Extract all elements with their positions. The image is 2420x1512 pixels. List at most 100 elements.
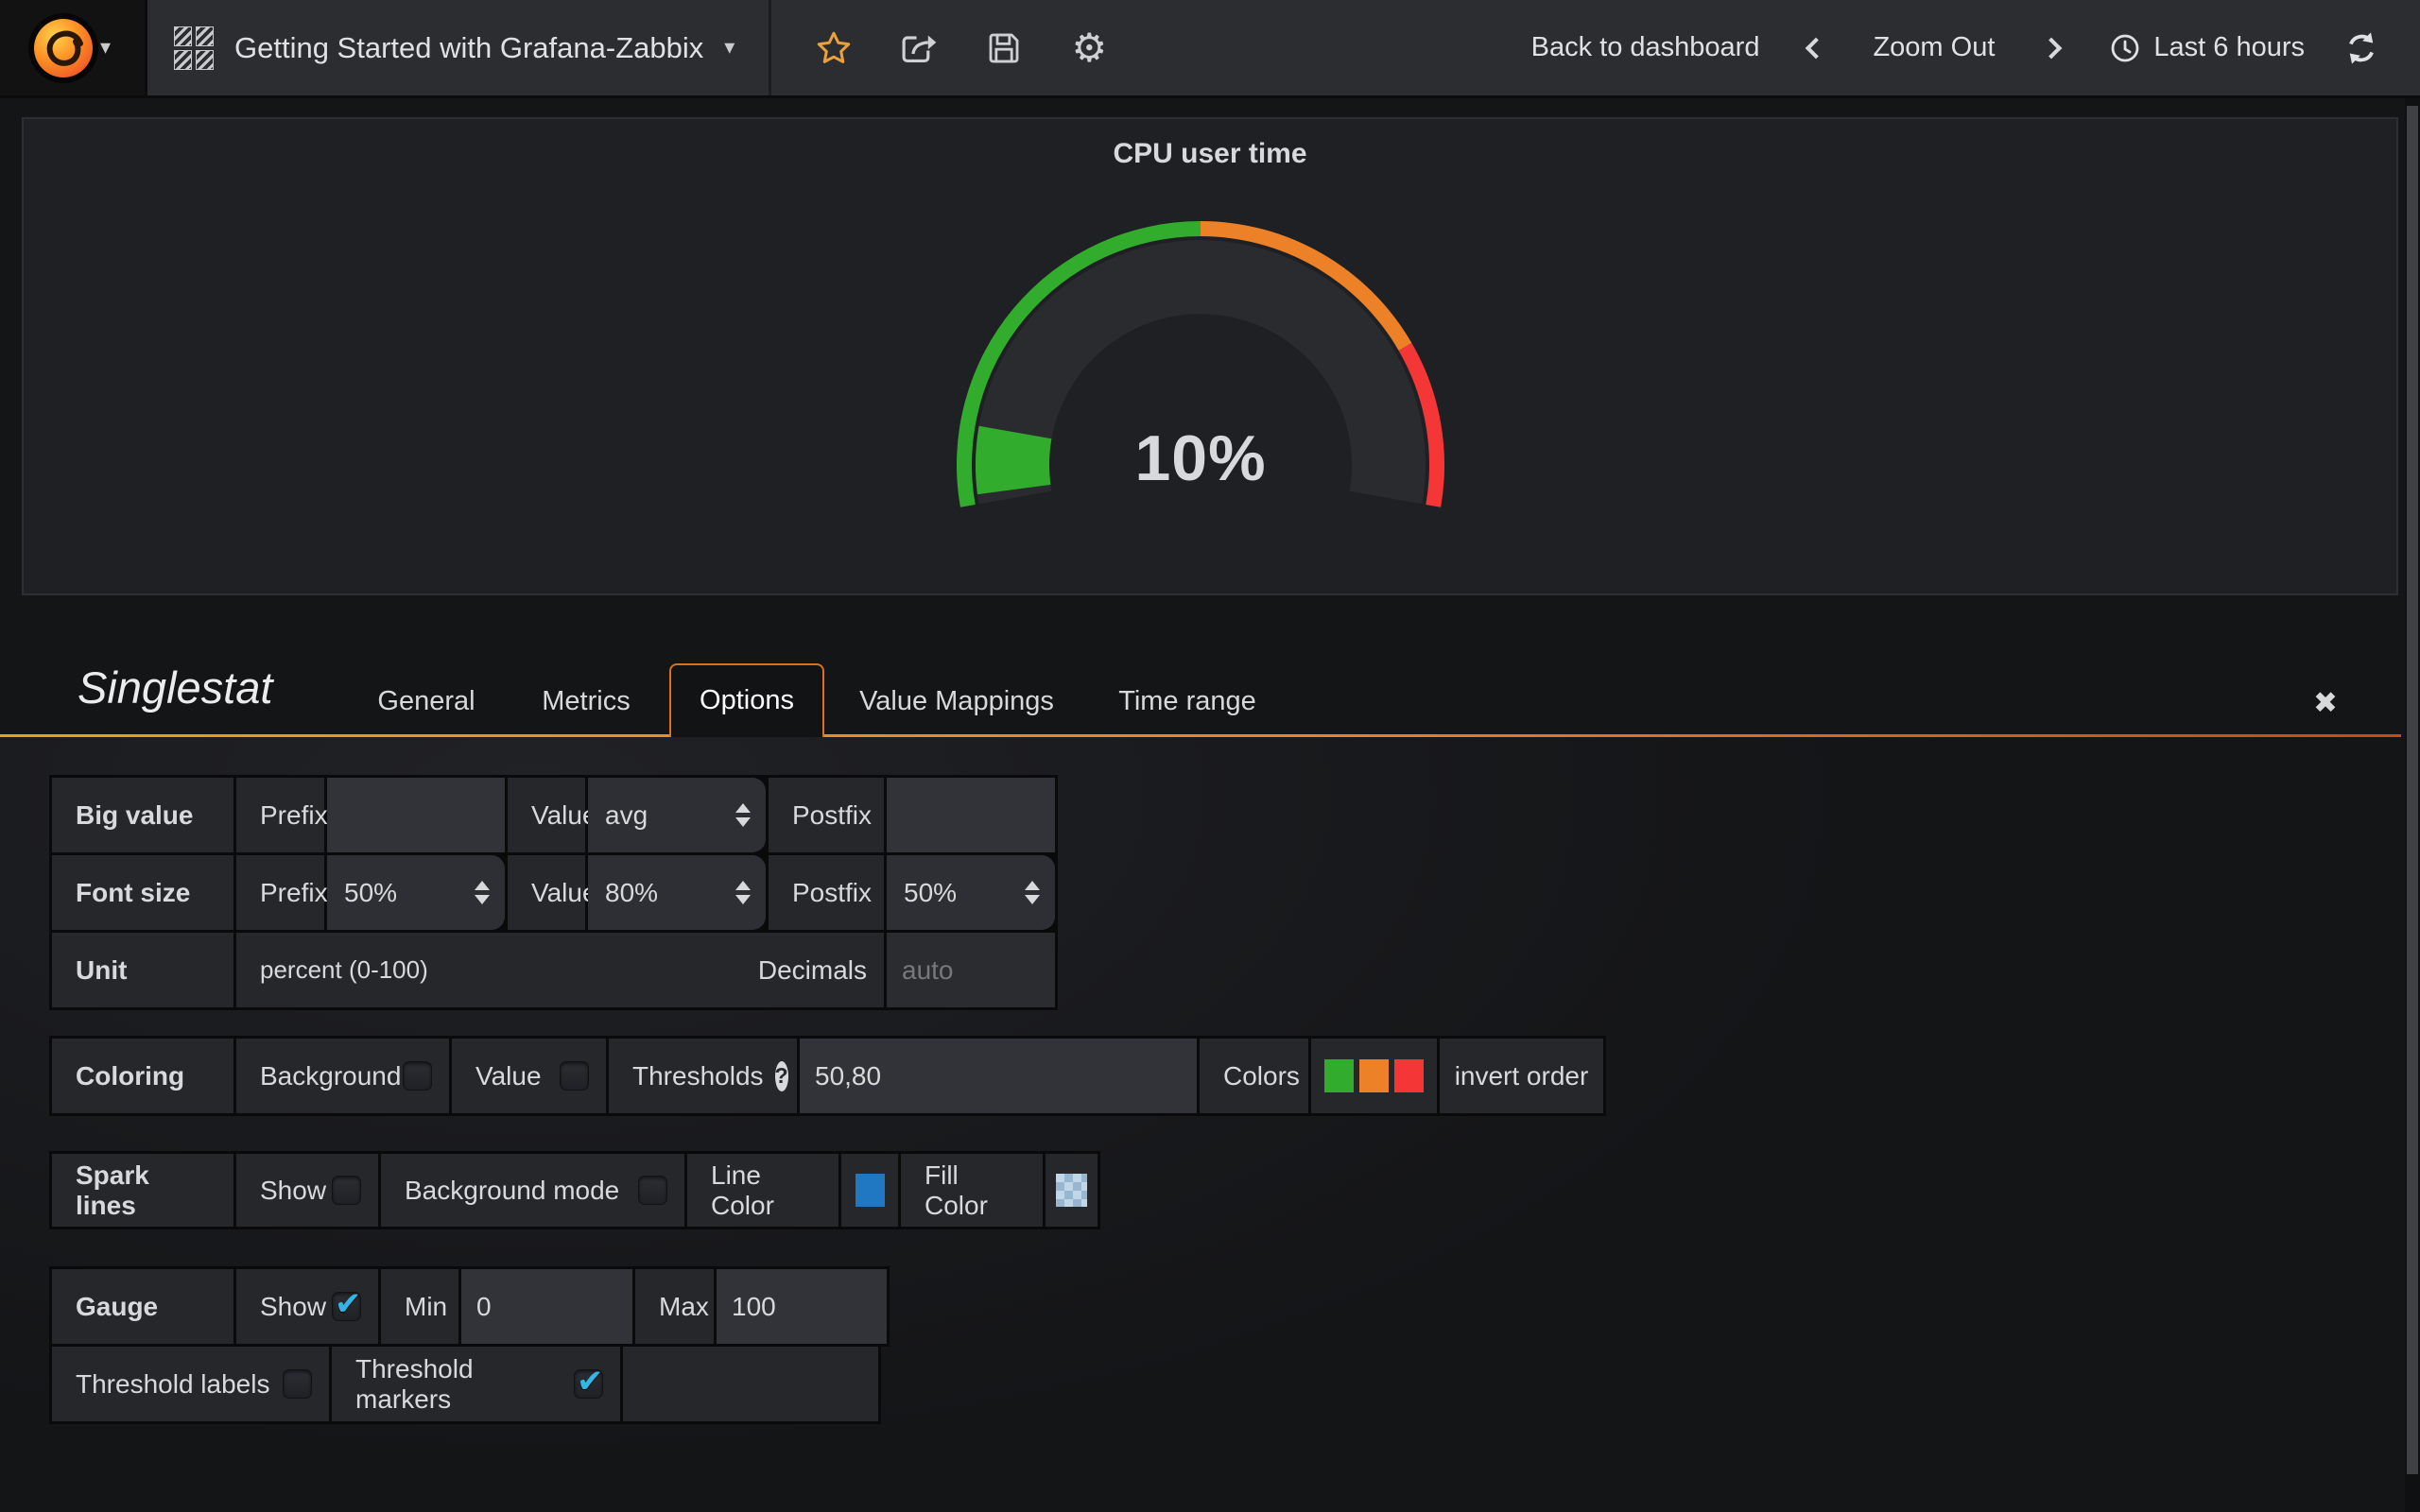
font-size-value-label: Value [508,855,585,930]
gauge-show-label: Show [260,1292,326,1322]
background-mode-checkbox[interactable] [638,1176,667,1205]
share-button[interactable] [898,27,940,69]
background-label: Background [260,1061,401,1091]
color-swatches [1311,1039,1437,1113]
threshold-labels-label: Threshold labels [76,1369,269,1400]
green-color-swatch[interactable] [1324,1059,1354,1092]
save-button[interactable] [983,27,1025,69]
decimals-label: Decimals [758,955,867,986]
threshold-markers-label: Threshold markers [355,1354,574,1415]
navbar: ▾ Getting Started with Grafana-Zabbix ▾ [0,0,2420,98]
font-size-label: Font size [52,855,233,930]
select-arrows-icon [475,881,490,904]
thresholds-label: Thresholds [632,1061,764,1091]
spark-lines-label: Spark lines [52,1154,233,1227]
tab-value-mappings[interactable]: Value Mappings [856,673,1058,730]
zoom-out-button[interactable]: Zoom Out [1873,32,1995,63]
time-shift-right-button[interactable] [2031,27,2072,69]
gauge-label: Gauge [52,1269,233,1344]
chevron-down-icon: ▾ [724,38,735,59]
close-editor-button[interactable]: ✖ [2305,682,2346,724]
min-input[interactable] [461,1269,632,1344]
tab-general[interactable]: General [374,673,478,730]
panel-title[interactable]: CPU user time [22,138,2398,170]
background-mode-label: Background mode [405,1176,619,1206]
max-input[interactable] [717,1269,887,1344]
gauge-show-checkbox[interactable] [332,1292,361,1321]
sparkline-show-cell: Show [236,1154,378,1227]
font-size-postfix-label: Postfix [769,855,884,930]
big-value-postfix-input[interactable] [887,778,1055,852]
gear-icon: ⚙ [1071,28,1107,68]
postfix-font-size-selected: 50% [904,878,957,908]
fill-color-cell [1046,1154,1098,1227]
select-arrows-icon [735,803,751,827]
invert-order-button[interactable]: invert order [1440,1039,1603,1113]
value-function-selected: avg [605,800,648,831]
scrollbar-thumb[interactable] [2407,106,2418,1474]
sparkline-show-checkbox[interactable] [332,1176,361,1205]
gauge-threshold-table: Threshold labels Threshold markers [49,1344,881,1424]
value-label: Value [475,1061,542,1091]
big-value-postfix-label: Postfix [769,778,884,852]
prefix-font-size-select[interactable]: 50% [327,855,505,930]
star-button[interactable] [813,27,855,69]
red-color-swatch[interactable] [1394,1059,1424,1092]
coloring-value-cell: Value [452,1039,606,1113]
line-color-swatch[interactable] [856,1174,885,1207]
grafana-menu-button[interactable]: ▾ [0,0,147,95]
threshold-markers-cell: Threshold markers [332,1347,620,1421]
min-label: Min [381,1269,458,1344]
background-checkbox[interactable] [403,1061,432,1091]
grafana-app: ▾ Getting Started with Grafana-Zabbix ▾ [0,0,2420,1512]
big-value-prefix-label: Prefix [236,778,324,852]
dashboard-title-button[interactable]: Getting Started with Grafana-Zabbix ▾ [147,0,771,95]
select-arrows-icon [1025,881,1040,904]
tab-time-range[interactable]: Time range [1115,673,1259,730]
fill-color-swatch[interactable] [1056,1174,1087,1207]
postfix-font-size-select[interactable]: 50% [887,855,1055,930]
help-icon[interactable]: ? [775,1061,788,1091]
tab-options[interactable]: Options [669,663,824,737]
gauge-value-text: 10% [936,421,1465,495]
back-to-dashboard-link[interactable]: Back to dashboard [1531,32,1760,63]
big-value-value-label: Value [508,778,585,852]
prefix-font-size-selected: 50% [344,878,397,908]
value-function-select[interactable]: avg [588,778,766,852]
threshold-labels-checkbox[interactable] [283,1369,312,1399]
thresholds-cell: Thresholds ? [609,1039,797,1113]
refresh-button[interactable] [2341,27,2382,69]
unit-value[interactable]: percent (0-100) [260,955,428,985]
gauge-options-table: Gauge Show Min Max [49,1266,890,1347]
coloring-label: Coloring [52,1039,233,1113]
colors-label: Colors [1200,1039,1308,1113]
fill-color-label: Fill Color [901,1154,1043,1227]
value-checkbox[interactable] [560,1061,589,1091]
settings-gear-button[interactable]: ⚙ [1068,27,1110,69]
unit-label: Unit [52,933,233,1007]
gauge-show-cell: Show [236,1269,378,1344]
empty-cell [623,1347,878,1421]
line-color-cell [841,1154,898,1227]
big-value-prefix-input[interactable] [327,778,505,852]
value-font-size-selected: 80% [605,878,658,908]
close-icon: ✖ [2313,686,2338,720]
big-value-label: Big value [52,778,233,852]
orange-color-swatch[interactable] [1359,1059,1389,1092]
sparklines-table: Spark lines Show Background mode Line Co… [49,1151,1100,1229]
decimals-input[interactable] [887,933,1055,1007]
background-mode-cell: Background mode [381,1154,684,1227]
navbar-actions: ⚙ [771,27,1110,69]
max-label: Max [635,1269,714,1344]
time-shift-left-button[interactable] [1795,27,1837,69]
clock-icon [2108,31,2142,65]
thresholds-input[interactable] [800,1039,1197,1113]
tab-metrics[interactable]: Metrics [534,673,638,730]
time-range-label: Last 6 hours [2153,32,2305,63]
value-font-size-select[interactable]: 80% [588,855,766,930]
threshold-markers-checkbox[interactable] [574,1369,603,1399]
dashboard-title: Getting Started with Grafana-Zabbix [234,31,703,65]
chevron-left-icon [1806,37,1827,59]
time-range-picker[interactable]: Last 6 hours [2108,31,2305,65]
scrollbar-track[interactable] [2405,98,2420,1512]
